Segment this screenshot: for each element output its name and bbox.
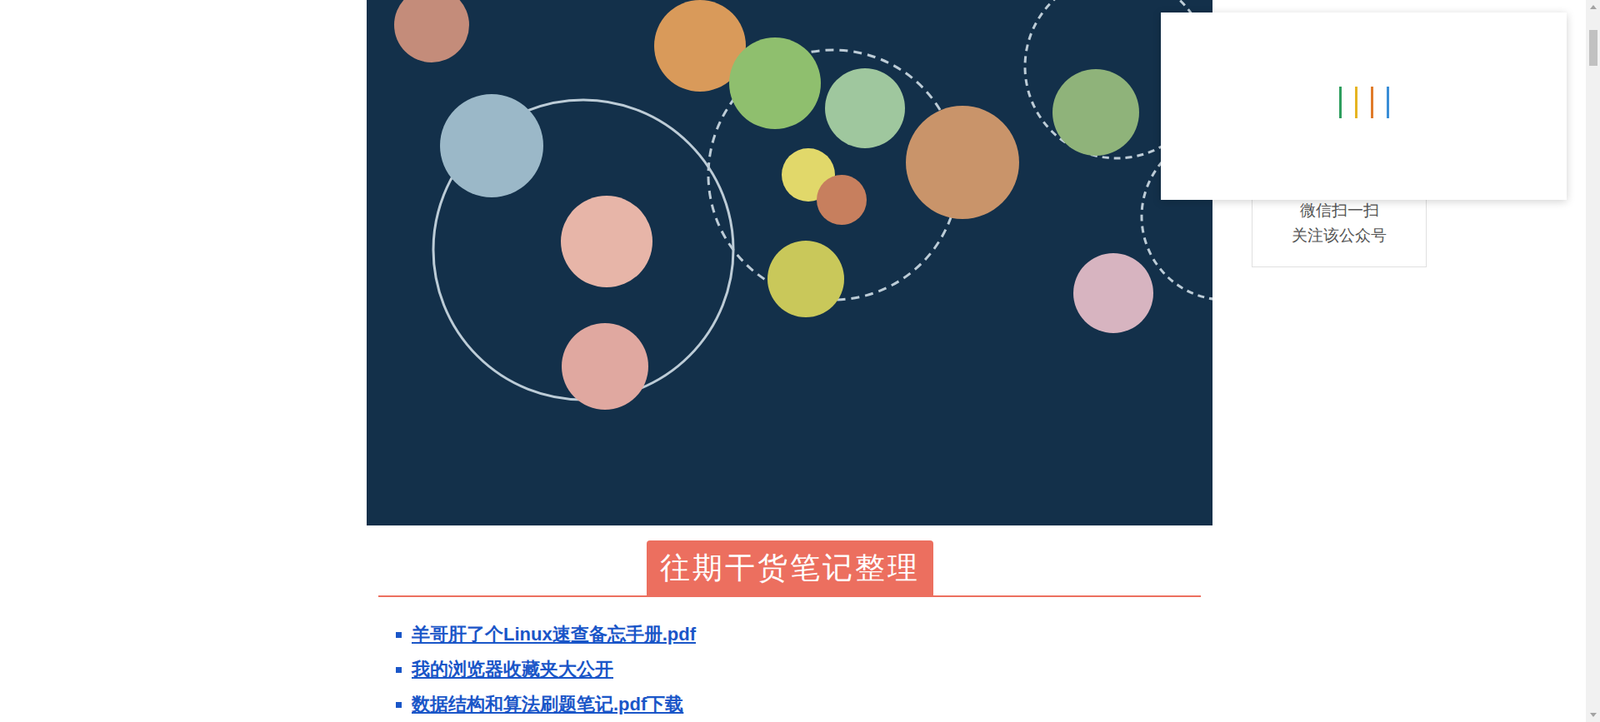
qr-caption: 微信扫一扫 xyxy=(1300,198,1380,224)
link-item: 我的浏览器收藏夹大公开 xyxy=(395,657,1201,683)
article-link[interactable]: 羊哥肝了个Linux速查备忘手册.pdf xyxy=(411,622,696,648)
scroll-down-icon[interactable] xyxy=(1590,713,1597,718)
article-link[interactable]: 我的浏览器收藏夹大公开 xyxy=(411,657,614,683)
section-heading: 往期干货笔记整理 xyxy=(646,540,934,596)
loading-bar xyxy=(1386,86,1390,119)
link-item: 数据结构和算法刷题笔记.pdf下载 xyxy=(395,692,1201,718)
bullet-icon xyxy=(395,632,402,639)
loading-bar xyxy=(1370,86,1374,119)
scrollbar[interactable] xyxy=(1585,0,1600,722)
loading-bar xyxy=(1355,86,1358,119)
bullet-icon xyxy=(395,667,402,674)
network-illustration-icon xyxy=(366,0,1213,526)
scroll-thumb[interactable] xyxy=(1589,30,1598,66)
loading-spinner-icon xyxy=(1339,86,1390,119)
article: 往期干货笔记整理 羊哥肝了个Linux速查备忘手册.pdf 我的浏览器收藏夹大公开… xyxy=(366,0,1213,718)
page: 往期干货笔记整理 羊哥肝了个Linux速查备忘手册.pdf 我的浏览器收藏夹大公开… xyxy=(0,0,1600,722)
article-link[interactable]: 数据结构和算法刷题笔记.pdf下载 xyxy=(411,692,684,718)
bullet-icon xyxy=(395,702,402,709)
loading-popup xyxy=(1160,12,1567,200)
link-item: 羊哥肝了个Linux速查备忘手册.pdf xyxy=(395,622,1201,648)
link-list: 羊哥肝了个Linux速查备忘手册.pdf 我的浏览器收藏夹大公开数据结构和算法刷题… xyxy=(378,622,1201,718)
loading-bar xyxy=(1339,86,1342,119)
hero-image xyxy=(366,0,1213,526)
scroll-up-icon[interactable] xyxy=(1590,5,1597,10)
qr-caption: 关注该公众号 xyxy=(1291,223,1387,249)
